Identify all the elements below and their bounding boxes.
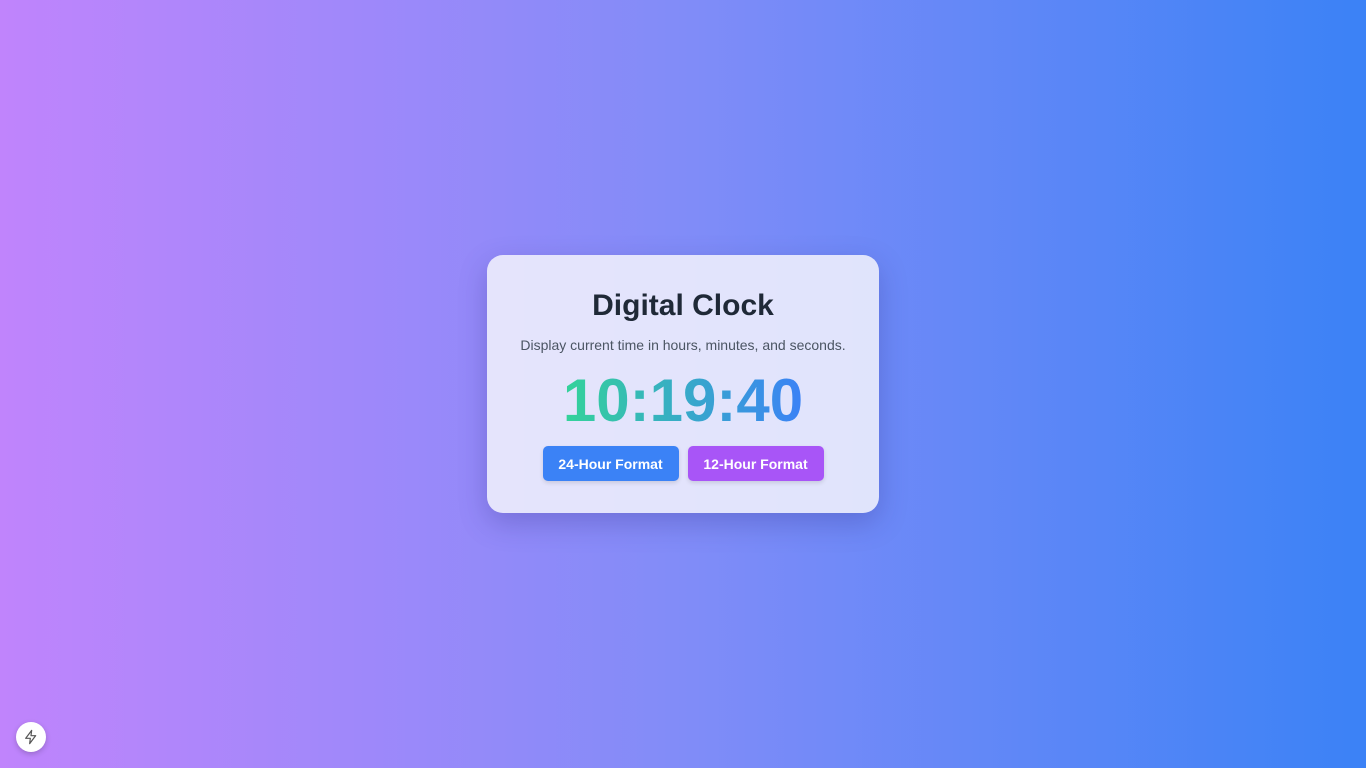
dev-tools-badge[interactable] — [16, 722, 46, 752]
time-display: 10:19:40 — [562, 367, 804, 434]
lightning-bolt-icon — [25, 729, 37, 745]
format-buttons: 24-Hour Format 12-Hour Format — [487, 446, 879, 481]
clock-card: Digital Clock Display current time in ho… — [487, 255, 879, 513]
12-hour-format-button[interactable]: 12-Hour Format — [687, 446, 824, 481]
24-hour-format-button[interactable]: 24-Hour Format — [542, 446, 679, 481]
page-subtitle: Display current time in hours, minutes, … — [520, 337, 846, 353]
page-title: Digital Clock — [592, 289, 774, 322]
